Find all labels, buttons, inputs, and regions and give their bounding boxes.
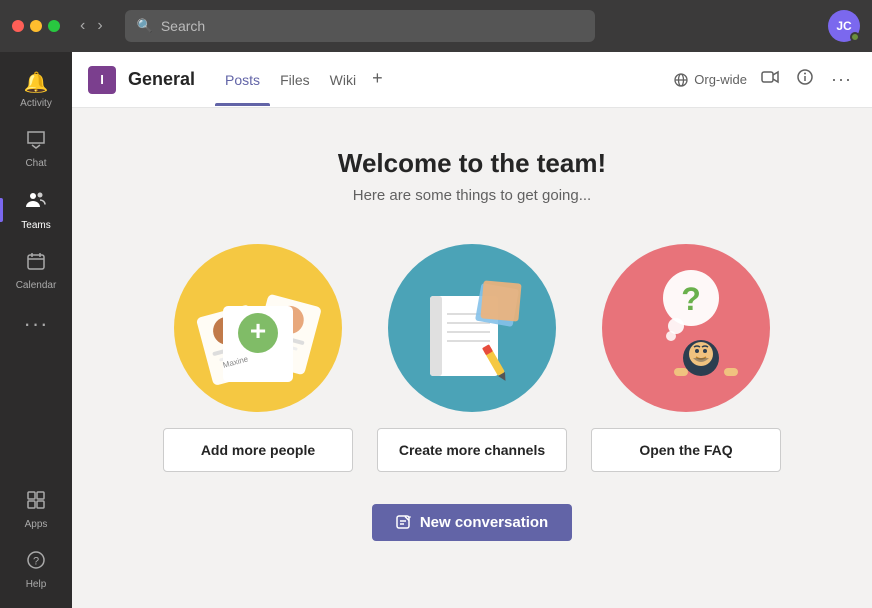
card-open-faq: ?	[591, 244, 781, 472]
svg-text:?: ?	[681, 281, 701, 317]
sidebar-item-calendar[interactable]: Calendar	[0, 241, 72, 301]
cards-row: + Maxine Add more people	[163, 244, 781, 472]
globe-icon	[674, 73, 688, 87]
video-button[interactable]	[757, 66, 783, 93]
sidebar-label-help: Help	[26, 579, 47, 590]
help-icon: ?	[26, 550, 46, 576]
tab-files[interactable]: Files	[270, 68, 320, 92]
more-icon: ···	[24, 311, 49, 337]
add-people-svg: + Maxine	[188, 258, 328, 398]
channels-svg	[402, 258, 542, 398]
tab-posts[interactable]: Posts	[215, 68, 270, 92]
search-icon: 🔍	[137, 18, 153, 34]
search-bar[interactable]: 🔍 Search	[125, 10, 595, 42]
create-channels-button[interactable]: Create more channels	[377, 428, 567, 472]
minimize-button[interactable]	[30, 20, 42, 32]
sidebar-label-apps: Apps	[25, 519, 48, 530]
video-icon	[761, 70, 779, 84]
new-conversation-label: New conversation	[420, 514, 548, 531]
card-create-channels: Create more channels	[377, 244, 567, 472]
org-wide-button[interactable]: Org-wide	[674, 72, 747, 87]
card-add-people: + Maxine Add more people	[163, 244, 353, 472]
sidebar-item-activity[interactable]: 🔔 Activity	[0, 60, 72, 119]
sidebar-label-calendar: Calendar	[16, 280, 57, 291]
channel-tabs: Posts Files Wiki +	[215, 68, 389, 92]
info-button[interactable]	[793, 65, 817, 94]
chat-icon	[26, 129, 46, 155]
team-icon: I	[88, 66, 116, 94]
channel-name: General	[128, 69, 195, 90]
sidebar-item-teams[interactable]: Teams	[0, 179, 72, 241]
avatar-initials: JC	[836, 19, 851, 33]
welcome-title: Welcome to the team!	[338, 148, 606, 179]
content-area: I General Posts Files Wiki + Org-wide	[72, 52, 872, 608]
channel-header: I General Posts Files Wiki + Org-wide	[72, 52, 872, 108]
sidebar: 🔔 Activity Chat Teams	[0, 52, 72, 608]
sidebar-item-more[interactable]: ···	[0, 301, 72, 350]
sidebar-item-chat[interactable]: Chat	[0, 119, 72, 179]
svg-text:?: ?	[33, 556, 39, 568]
app-body: 🔔 Activity Chat Teams	[0, 52, 872, 608]
sidebar-item-apps[interactable]: Apps	[25, 480, 48, 540]
faq-svg: ?	[616, 258, 756, 398]
main-content: Welcome to the team! Here are some thing…	[72, 108, 872, 608]
maximize-button[interactable]	[48, 20, 60, 32]
avatar[interactable]: JC	[828, 10, 860, 42]
close-button[interactable]	[12, 20, 24, 32]
more-options-button[interactable]: ···	[827, 65, 856, 94]
add-people-button[interactable]: Add more people	[163, 428, 353, 472]
title-bar: ‹ › 🔍 Search JC	[0, 0, 872, 52]
sidebar-label-chat: Chat	[25, 158, 46, 169]
activity-icon: 🔔	[24, 70, 49, 95]
teams-icon	[25, 189, 47, 217]
org-wide-label: Org-wide	[694, 72, 747, 87]
tab-wiki[interactable]: Wiki	[320, 68, 366, 92]
search-placeholder: Search	[161, 18, 205, 34]
back-button[interactable]: ‹	[76, 15, 89, 37]
online-badge	[850, 32, 860, 42]
new-conversation-button[interactable]: New conversation	[372, 504, 572, 541]
sidebar-label-teams: Teams	[21, 220, 50, 231]
compose-icon	[396, 515, 412, 531]
traffic-lights	[12, 20, 60, 32]
calendar-icon	[26, 251, 46, 277]
welcome-subtitle: Here are some things to get going...	[353, 187, 591, 204]
add-people-illustration: + Maxine	[174, 244, 342, 412]
info-icon	[797, 69, 813, 85]
sidebar-label-activity: Activity	[20, 98, 52, 109]
header-actions: Org-wide ···	[674, 65, 856, 94]
nav-arrows: ‹ ›	[76, 15, 107, 37]
open-faq-button[interactable]: Open the FAQ	[591, 428, 781, 472]
tab-add-button[interactable]: +	[366, 68, 389, 92]
apps-icon	[26, 490, 46, 516]
svg-text:+: +	[250, 315, 266, 346]
sidebar-bottom: Apps ? Help	[25, 480, 48, 608]
sidebar-item-help[interactable]: ? Help	[25, 540, 48, 600]
forward-button[interactable]: ›	[93, 15, 106, 37]
channels-illustration	[388, 244, 556, 412]
faq-illustration: ?	[602, 244, 770, 412]
